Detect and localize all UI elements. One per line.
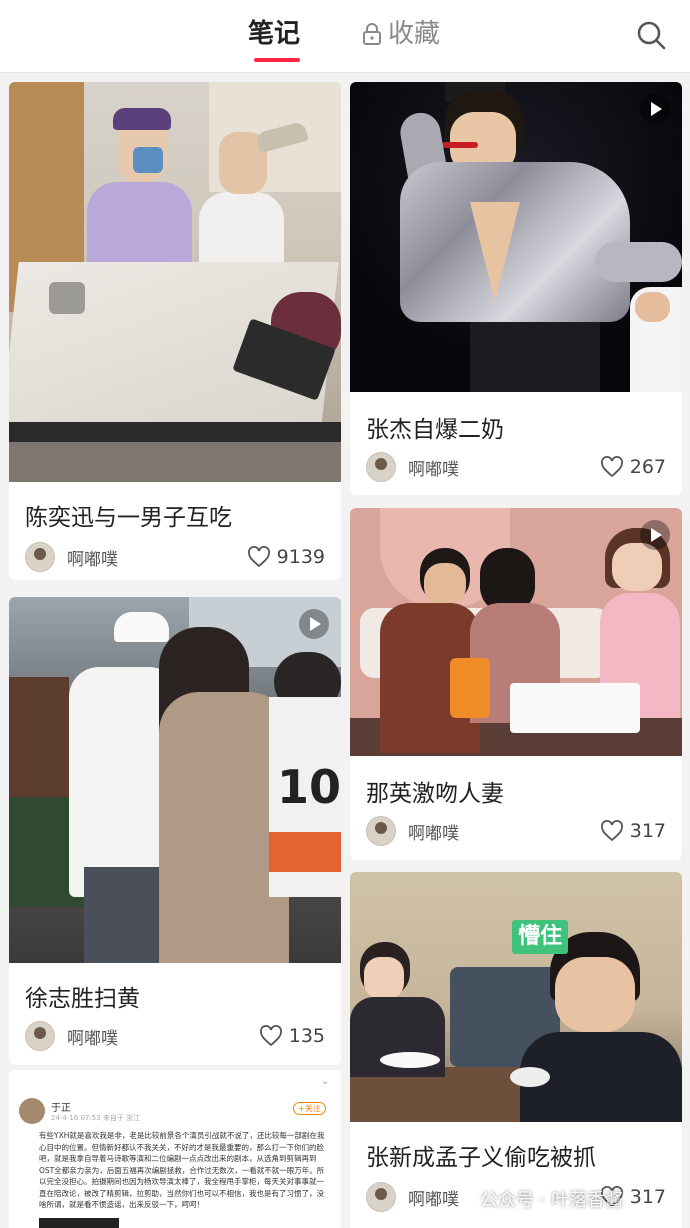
like-button[interactable]: 9139: [247, 546, 325, 568]
like-count: 317: [629, 820, 666, 842]
note-cover-image: [350, 82, 682, 392]
weibo-post-body: 有些YXH就是喜欢我是非，老是比较前景各个演员引战就不说了，还比较每一部剧在我心…: [39, 1131, 325, 1209]
like-button[interactable]: 317: [600, 820, 666, 842]
like-button[interactable]: 135: [259, 1025, 325, 1047]
author-name[interactable]: 啊嘟噗: [67, 1024, 259, 1049]
weibo-username: 于正: [51, 1103, 71, 1114]
note-title: 陈奕迅与一男子互吃: [25, 505, 232, 531]
like-count: 267: [629, 456, 666, 478]
note-title: 那英激吻人妻: [366, 781, 504, 807]
tab-collections-label: 收藏: [388, 19, 441, 49]
weibo-follow-button[interactable]: +关注: [293, 1102, 326, 1115]
note-card[interactable]: 陈奕迅与一男子互吃 啊嘟噗 9139: [9, 82, 341, 580]
avatar[interactable]: [25, 1021, 55, 1051]
note-cover-image: 10: [9, 597, 341, 963]
note-title: 张新成孟子义偷吃被抓: [366, 1145, 596, 1171]
active-tab-indicator: [254, 58, 300, 62]
note-title: 徐志胜扫黄: [25, 986, 140, 1012]
heart-icon: [259, 1025, 282, 1047]
sticker-label: 懵住: [512, 920, 569, 954]
note-card[interactable]: 那英激吻人妻 啊嘟噗 317: [350, 508, 682, 860]
tab-collections[interactable]: 收藏: [362, 16, 440, 52]
note-card[interactable]: ⌄ 于正 24-4-16 07:53 来自于 浙江 +关注 有些YXH就是喜欢我…: [9, 1070, 341, 1228]
heart-icon: [600, 456, 623, 478]
heart-icon: [247, 546, 270, 568]
weibo-date: 24-4-16 07:53 来自于 浙江: [51, 1114, 141, 1122]
avatar[interactable]: [25, 542, 55, 572]
author-name[interactable]: 啊嘟噗: [408, 455, 600, 480]
tab-notes[interactable]: 笔记: [248, 16, 300, 52]
note-cover-image: [350, 508, 682, 756]
note-meta: 啊嘟噗 9139: [25, 542, 325, 572]
note-cover-image: 懵住: [350, 872, 682, 1122]
note-title: 张杰自爆二奶: [366, 417, 504, 443]
weibo-avatar: [19, 1098, 45, 1124]
note-card[interactable]: 懵住 张新成孟子义偷吃被抓 啊嘟噗 317: [350, 872, 682, 1228]
note-card[interactable]: 10 徐志胜扫黄 啊嘟噗 135: [9, 597, 341, 1065]
like-count: 135: [288, 1025, 325, 1047]
note-cover-image: [9, 82, 341, 482]
note-meta: 啊嘟噗 267: [366, 452, 666, 482]
author-name[interactable]: 啊嘟噗: [408, 819, 600, 844]
like-count: 317: [629, 1186, 666, 1208]
heart-icon: [600, 820, 623, 842]
like-count: 9139: [276, 546, 325, 568]
watermark: 公众号 · 叶落香酱: [480, 1190, 624, 1211]
video-indicator-icon: [640, 94, 670, 124]
avatar[interactable]: [366, 816, 396, 846]
note-meta: 啊嘟噗 317: [366, 816, 666, 846]
note-meta: 啊嘟噗 135: [25, 1021, 325, 1051]
lock-icon: [363, 23, 381, 45]
avatar[interactable]: [366, 1182, 396, 1212]
note-cover-image: ⌄ 于正 24-4-16 07:53 来自于 浙江 +关注 有些YXH就是喜欢我…: [9, 1070, 341, 1228]
search-icon[interactable]: [636, 20, 666, 50]
video-indicator-icon: [640, 520, 670, 550]
avatar[interactable]: [366, 452, 396, 482]
author-name[interactable]: 啊嘟噗: [67, 545, 247, 570]
note-card[interactable]: 张杰自爆二奶 啊嘟噗 267: [350, 82, 682, 495]
like-button[interactable]: 267: [600, 456, 666, 478]
video-indicator-icon: [299, 609, 329, 639]
top-bar: 笔记 收藏: [0, 0, 690, 73]
